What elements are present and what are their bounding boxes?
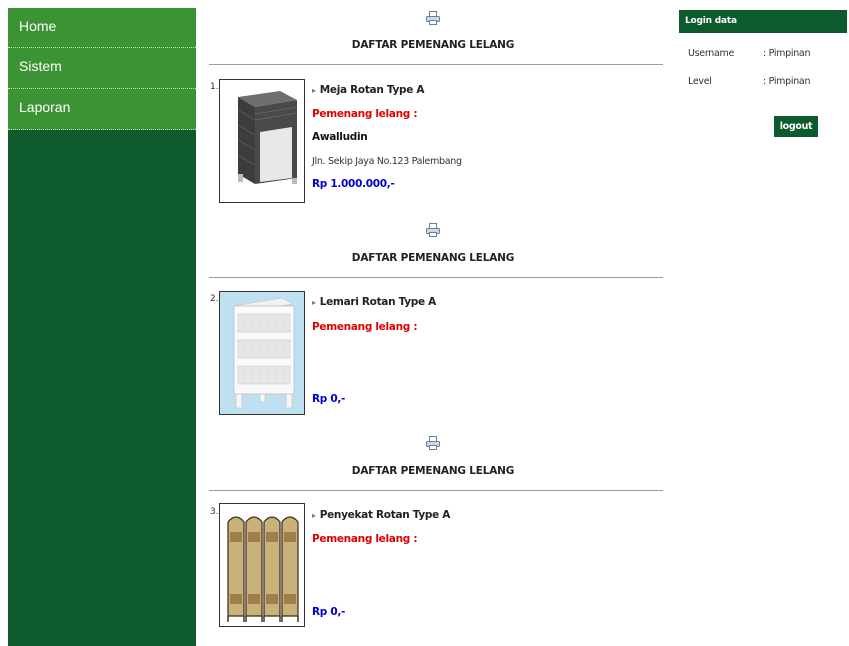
item-price: Rp 1.000.000,- [312, 178, 395, 190]
level-value: : Pimpinan [763, 76, 811, 87]
winner-address: Jln. Sekip Jaya No.123 Palembang [312, 156, 462, 167]
divider [209, 277, 663, 278]
section-title: DAFTAR PEMENANG LELANG [351, 39, 515, 51]
winner-name: Awalludin [312, 131, 368, 143]
print-icon[interactable] [426, 223, 440, 237]
item-name: ▸ Meja Rotan Type A [312, 84, 425, 96]
winner-label: Pemenang lelang : [312, 533, 418, 545]
item-name: ▸ Lemari Rotan Type A [312, 296, 437, 308]
username-label: Username [688, 48, 735, 59]
item-number: 3. [210, 507, 219, 517]
winner-label: Pemenang lelang : [312, 321, 418, 333]
nav-item-laporan[interactable]: Laporan [8, 89, 196, 130]
logout-button[interactable]: logout [774, 116, 818, 137]
level-label: Level [688, 76, 712, 87]
section-title: DAFTAR PEMENANG LELANG [351, 252, 515, 264]
nav-item-sistem[interactable]: Sistem [8, 48, 196, 89]
login-panel: Login data Username : Pimpinan Level : P… [679, 10, 847, 137]
winner-label: Pemenang lelang : [312, 108, 418, 120]
login-panel-title: Login data [679, 10, 847, 33]
product-image [219, 503, 305, 627]
print-icon[interactable] [426, 11, 440, 25]
username-value: : Pimpinan [763, 48, 811, 59]
divider [209, 64, 663, 65]
product-image [219, 291, 305, 415]
section-title: DAFTAR PEMENANG LELANG [351, 465, 515, 477]
arrow-bullet-icon: ▸ [312, 298, 316, 307]
print-icon[interactable] [426, 436, 440, 450]
sidebar: Home Sistem Laporan [8, 8, 196, 646]
item-number: 2. [210, 294, 219, 304]
divider [209, 490, 663, 491]
nav-item-home[interactable]: Home [8, 8, 196, 48]
item-number: 1. [210, 82, 219, 92]
arrow-bullet-icon: ▸ [312, 511, 316, 520]
arrow-bullet-icon: ▸ [312, 86, 316, 95]
product-image [219, 79, 305, 203]
item-price: Rp 0,- [312, 606, 346, 618]
item-price: Rp 0,- [312, 393, 346, 405]
item-name: ▸ Penyekat Rotan Type A [312, 509, 451, 521]
